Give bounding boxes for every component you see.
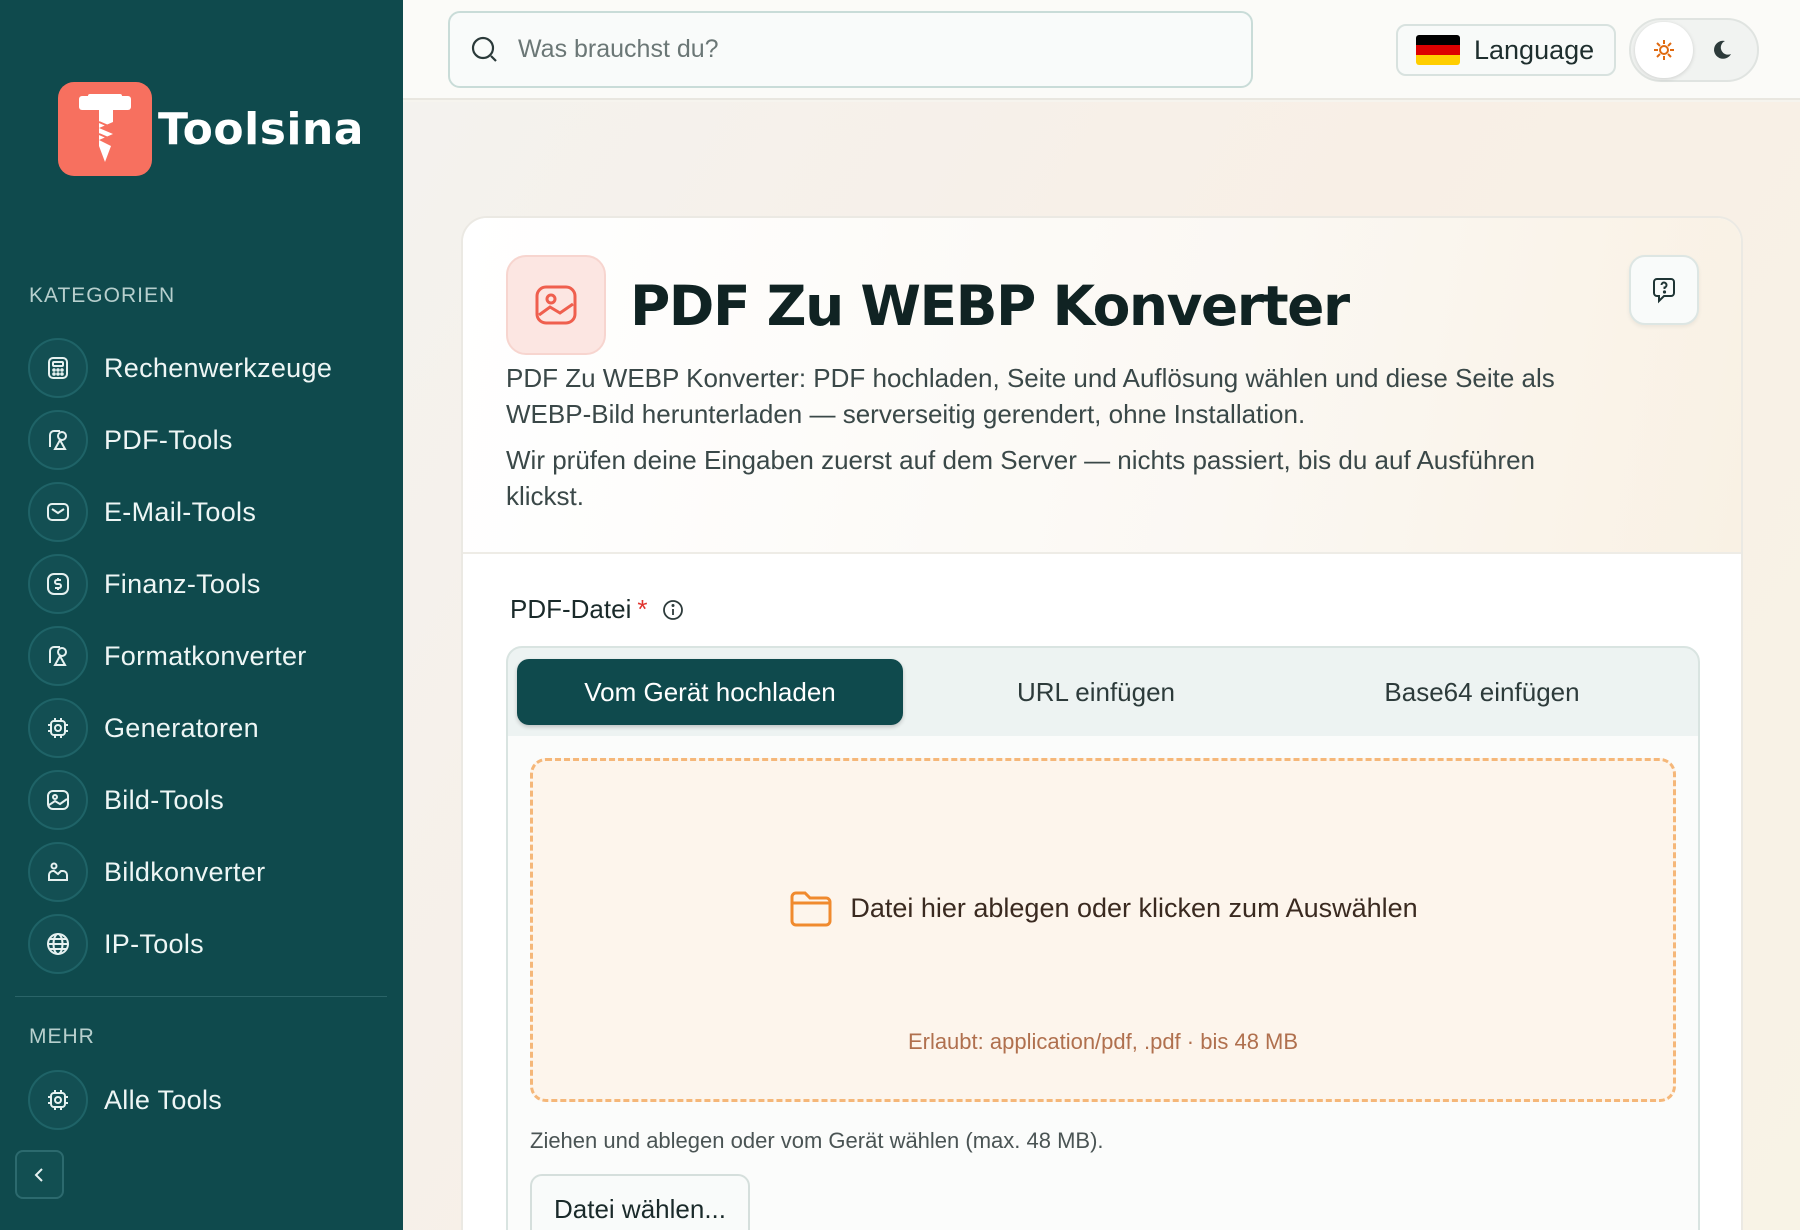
sidebar-item-label: Finanz-Tools <box>104 568 261 599</box>
categories-heading: KATEGORIEN <box>29 284 176 307</box>
sidebar-item-label: E-Mail-Tools <box>104 496 257 527</box>
chip-icon <box>28 698 88 758</box>
sidebar-item-label: IP-Tools <box>104 928 204 959</box>
language-label: Language <box>1474 34 1595 65</box>
choose-file-button[interactable]: Datei wählen... <box>530 1174 750 1230</box>
sidebar-item-label: Bildkonverter <box>104 856 266 887</box>
brand-name: Toolsina <box>158 103 364 155</box>
tool-header: PDF Zu WEBP Konverter PDF Zu WEBP Konver… <box>463 218 1741 554</box>
tab-paste-base64[interactable]: Base64 einfügen <box>1289 659 1675 725</box>
sidebar-item-bild-tools[interactable]: Bild-Tools <box>28 764 388 836</box>
allowed-types-hint: Erlaubt: application/pdf, .pdf · bis 48 … <box>907 1029 1299 1054</box>
dropzone-content: Datei hier ablegen oder klicken zum Ausw… <box>533 887 1673 929</box>
more-heading: MEHR <box>29 1025 95 1048</box>
page-title: PDF Zu WEBP Konverter <box>630 274 1350 338</box>
sidebar-item-label: Formatkonverter <box>104 640 307 671</box>
brand-logo[interactable]: Toolsina <box>58 82 364 176</box>
dark-theme-button[interactable] <box>1693 22 1751 78</box>
logo-mark-icon <box>58 82 152 176</box>
help-button[interactable] <box>1629 255 1699 325</box>
globe-icon <box>28 914 88 974</box>
input-source-tabs: Vom Gerät hochladen URL einfügen Base64 … <box>506 646 1700 738</box>
category-nav: Rechenwerkzeuge PDF-Tools E-Mail-Tools F… <box>28 332 388 980</box>
pdf-file-label: PDF-Datei * <box>510 594 685 625</box>
shapes-icon <box>28 626 88 686</box>
sidebar-item-label: PDF-Tools <box>104 424 233 455</box>
sun-icon <box>1654 40 1674 60</box>
sidebar-item-pdf-tools[interactable]: PDF-Tools <box>28 404 388 476</box>
sidebar-item-generatoren[interactable]: Generatoren <box>28 692 388 764</box>
field-label-text: PDF-Datei <box>510 594 632 624</box>
dropzone-text: Datei hier ablegen oder klicken zum Ausw… <box>850 892 1418 923</box>
required-mark: * <box>637 594 648 624</box>
light-theme-button[interactable] <box>1635 22 1693 78</box>
sidebar: Toolsina KATEGORIEN Rechenwerkzeuge PDF-… <box>0 0 403 1230</box>
chip-icon <box>28 1070 88 1130</box>
language-button[interactable]: Language <box>1396 24 1616 76</box>
sidebar-item-rechenwerkzeuge[interactable]: Rechenwerkzeuge <box>28 332 388 404</box>
collapse-sidebar-button[interactable] <box>15 1150 64 1199</box>
search-icon <box>471 36 497 62</box>
info-icon[interactable] <box>661 598 685 622</box>
search-input[interactable] <box>518 35 1218 64</box>
sidebar-item-label: Rechenwerkzeuge <box>104 352 333 383</box>
sidebar-item-bildkonverter[interactable]: Bildkonverter <box>28 836 388 908</box>
sidebar-item-label: Generatoren <box>104 712 259 743</box>
theme-toggle[interactable] <box>1629 18 1759 82</box>
calculator-icon <box>28 338 88 398</box>
tool-description: PDF Zu WEBP Konverter: PDF hochladen, Se… <box>506 363 1555 429</box>
search-box[interactable] <box>448 11 1253 88</box>
sidebar-item-formatkonverter[interactable]: Formatkonverter <box>28 620 388 692</box>
topbar: Language <box>403 0 1800 100</box>
sidebar-item-ip-tools[interactable]: IP-Tools <box>28 908 388 980</box>
tab-paste-url[interactable]: URL einfügen <box>903 659 1289 725</box>
shapes-icon <box>28 410 88 470</box>
sidebar-item-finanz-tools[interactable]: Finanz-Tools <box>28 548 388 620</box>
german-flag-icon <box>1416 35 1460 65</box>
upload-help-text: Ziehen und ablegen oder vom Gerät wählen… <box>530 1128 1104 1153</box>
image-icon <box>506 255 606 355</box>
sidebar-item-alle-tools[interactable]: Alle Tools <box>28 1064 222 1136</box>
file-dropzone[interactable]: Datei hier ablegen oder klicken zum Ausw… <box>530 758 1676 1102</box>
tool-note: Wir prüfen deine Eingaben zuerst auf dem… <box>506 445 1535 511</box>
image-icon <box>28 770 88 830</box>
upload-panel: Datei hier ablegen oder klicken zum Ausw… <box>506 736 1700 1230</box>
tab-upload-device[interactable]: Vom Gerät hochladen <box>517 659 903 725</box>
sidebar-item-label: Alle Tools <box>104 1084 223 1115</box>
question-bubble-icon <box>1653 278 1675 304</box>
tool-card: PDF Zu WEBP Konverter PDF Zu WEBP Konver… <box>461 216 1743 1230</box>
sidebar-item-label: Bild-Tools <box>104 784 225 815</box>
sidebar-divider <box>15 996 387 997</box>
image-convert-icon <box>28 842 88 902</box>
moon-icon <box>1714 40 1731 59</box>
dollar-icon <box>28 554 88 614</box>
folder-icon <box>790 891 832 927</box>
chevron-left-icon <box>34 1167 43 1182</box>
mail-icon <box>28 482 88 542</box>
sidebar-item-email-tools[interactable]: E-Mail-Tools <box>28 476 388 548</box>
